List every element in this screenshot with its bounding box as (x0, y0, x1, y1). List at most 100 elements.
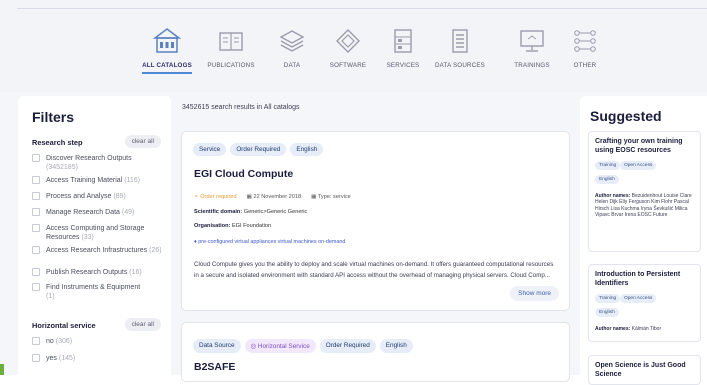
tag[interactable]: Service (193, 143, 227, 156)
monitor-icon (520, 30, 544, 52)
tag[interactable]: Data Source (193, 339, 241, 353)
show-more-button[interactable]: Show more (510, 286, 559, 301)
authors-label: Author names: (595, 193, 631, 199)
tab-label: DATA SOURCES (435, 62, 485, 69)
filters-panel: Filters Research step clear all Discover… (18, 96, 171, 375)
date-label: 22 November 2018 (253, 194, 302, 200)
accent-bar (0, 364, 4, 375)
keyword-links-text[interactable]: pre-configured virtual appliances virtua… (198, 239, 345, 245)
result-card[interactable]: Service Order Required English EGI Cloud… (181, 131, 570, 311)
filter-option-label: Publish Research Outputs (46, 269, 128, 276)
suggested-card-title[interactable]: Crafting your own training using EOSC re… (595, 138, 697, 155)
filter-option[interactable]: Manage Research Data (49) (32, 208, 164, 217)
result-title[interactable]: EGI Cloud Compute (194, 168, 293, 180)
result-card[interactable]: Data Source ◎ Horizontal Service Order R… (181, 322, 570, 382)
filter-option[interactable]: Process and Analyse (89) (32, 192, 164, 201)
tag[interactable]: Training (595, 294, 621, 303)
layers-icon (279, 30, 305, 52)
suggested-card[interactable]: Open Science is Just Good Science (588, 355, 701, 385)
scientific-domain-value: Generic>Generic Generic (243, 209, 308, 215)
tag-list: Service Order Required English (193, 143, 324, 156)
tag[interactable]: English (379, 339, 413, 353)
scientific-domain: Scientific domain: Generic>Generic Gener… (194, 209, 307, 215)
keyword-links[interactable]: ♦ pre-configured virtual appliances virt… (194, 239, 345, 245)
checkbox[interactable] (32, 283, 40, 291)
authors-label: Author names: (595, 326, 631, 332)
filter-option-label: Discover Research Outputs (46, 155, 132, 162)
filter-option-count: (3452185) (46, 164, 78, 171)
clear-all-button[interactable]: clear all (124, 135, 161, 148)
checkbox[interactable] (32, 354, 40, 362)
order-required: ⚬ Order required (194, 194, 237, 200)
tag[interactable]: English (595, 308, 619, 317)
tag[interactable]: English (595, 175, 619, 184)
scientific-domain-label: Scientific domain: (194, 209, 243, 215)
filter-option-count: (16) (129, 269, 142, 276)
suggested-title: Suggested (590, 108, 662, 124)
filter-option[interactable]: Discover Research Outputs (3452185) (32, 154, 164, 172)
checkbox[interactable] (32, 224, 40, 232)
filter-option[interactable]: Publish Research Outputs (16) (32, 268, 164, 277)
filter-option[interactable]: yes (145) (32, 354, 164, 363)
result-title[interactable]: B2SAFE (194, 361, 235, 373)
date: ▦ 22 November 2018 (247, 194, 301, 200)
organisation-value: EGI Foundation (231, 223, 272, 229)
filter-option-label: Manage Research Data (46, 209, 120, 216)
result-description: Cloud Compute gives you the ability to d… (194, 261, 554, 279)
filter-option[interactable]: Access Computing and Storage Resources (… (32, 224, 164, 242)
suggested-authors: Author names: Kálmán Tibor (595, 326, 699, 332)
tab-other[interactable]: OTHER (546, 26, 624, 69)
checkbox[interactable] (32, 268, 40, 276)
tag-list: Data Source ◎ Horizontal Service Order R… (193, 339, 413, 353)
filters-title: Filters (32, 109, 75, 125)
book-icon (219, 32, 243, 51)
authors-value: Kálmán Tibor (631, 326, 662, 332)
nodes-icon (574, 30, 596, 52)
filter-option-count: (49) (121, 209, 135, 216)
checkbox[interactable] (32, 192, 40, 200)
tag[interactable]: ◎ Horizontal Service (244, 339, 316, 353)
organisation-label: Organisation: (194, 223, 231, 229)
filter-option-label: Access Computing and Storage Resources (46, 225, 145, 241)
filter-option[interactable]: no (306) (32, 337, 164, 346)
filter-option-label: Access Research Infrastructures (46, 247, 148, 254)
tag[interactable]: Training (595, 161, 621, 170)
clear-all-button[interactable]: clear all (124, 318, 161, 331)
tag[interactable]: Open Access (620, 161, 657, 170)
filter-option-label: Find Instruments & Equipment (46, 284, 141, 291)
filter-option[interactable]: Access Research Infrastructures (26) (32, 246, 164, 255)
checkbox[interactable] (32, 208, 40, 216)
filter-option-count: (33) (81, 234, 94, 241)
checkbox[interactable] (32, 337, 40, 345)
database-icon (452, 29, 468, 53)
header-divider (17, 8, 707, 9)
checkbox[interactable] (32, 154, 40, 162)
suggested-card-title[interactable]: Introduction to Persistent Identifiers (595, 271, 697, 288)
filter-option-label: Process and Analyse (46, 193, 112, 200)
filter-section-horizontal-service: Horizontal service (32, 321, 96, 330)
tab-label: OTHER (573, 62, 597, 69)
filter-option[interactable]: Find Instruments & Equipment (1) (32, 283, 142, 301)
tag[interactable]: Order Required (319, 339, 376, 353)
tag[interactable]: English (290, 143, 324, 156)
tab-data-sources[interactable]: DATA SOURCES (421, 26, 499, 69)
suggested-authors: Author names: Bezuidenhout Louise Clare … (595, 193, 699, 219)
suggested-card[interactable]: Crafting your own training using EOSC re… (588, 131, 701, 252)
tag[interactable]: Open Access (620, 294, 657, 303)
suggested-card[interactable]: Introduction to Persistent Identifiers T… (588, 264, 701, 342)
checkbox[interactable] (32, 176, 40, 184)
catalog-building-icon (152, 28, 182, 53)
cube-icon (336, 29, 360, 53)
result-meta: ⚬ Order required ▦ 22 November 2018 ▦ Ty… (194, 194, 351, 200)
tag[interactable]: Order Required (230, 143, 287, 156)
filter-option-count: (1) (46, 293, 55, 300)
filter-option[interactable]: Access Training Material (116) (32, 176, 164, 185)
type-label: Type: service (317, 194, 351, 200)
filter-option-label: no (46, 338, 54, 345)
horizontal-service-icon: ◎ (250, 343, 258, 350)
suggested-card-title[interactable]: Open Science is Just Good Science (595, 362, 697, 379)
filter-option-label: Access Training Material (46, 177, 123, 184)
filter-section-research-step: Research step (32, 138, 83, 147)
tag-label: Horizontal Service (257, 343, 310, 350)
checkbox[interactable] (32, 246, 40, 254)
